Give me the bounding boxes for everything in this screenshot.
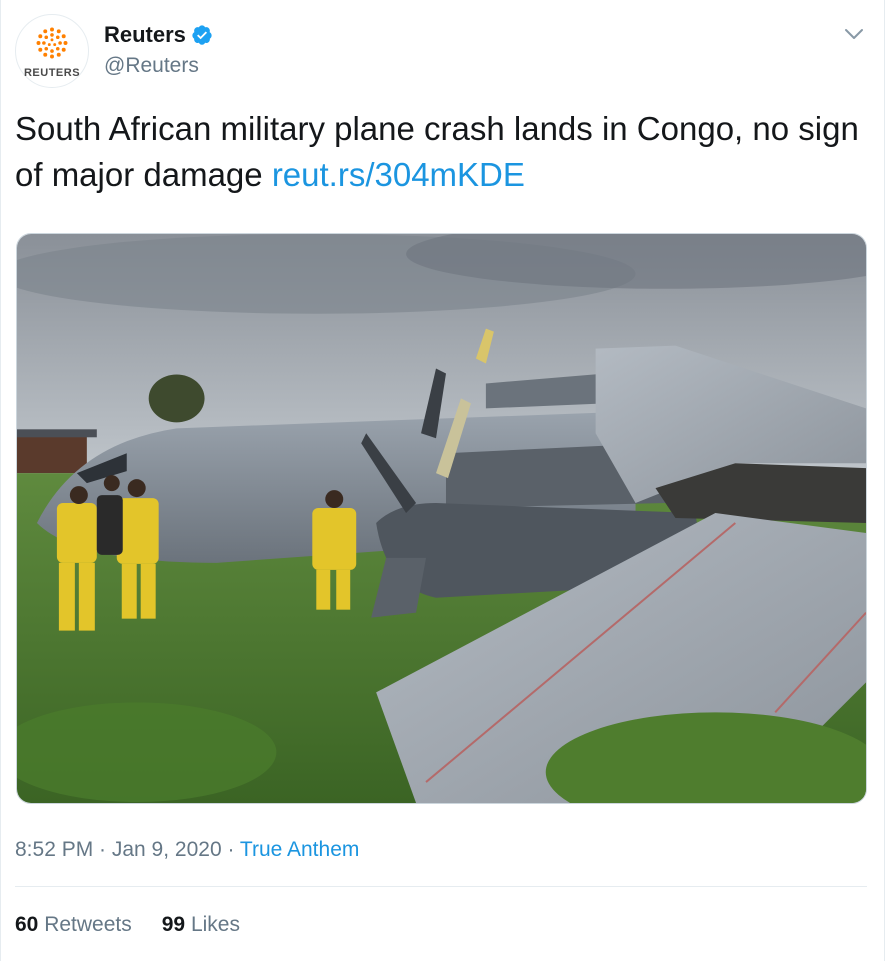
likes-label: Likes [190,913,240,936]
verified-badge-icon [192,25,212,45]
tweet-meta: 8:52 PM · Jan 9, 2020 · True Anthem [15,838,359,862]
crashed-plane-photo [17,234,866,803]
avatar[interactable]: REUTERS [15,14,89,88]
likes-stat[interactable]: 99 Likes [162,913,240,937]
divider [15,886,867,887]
display-name[interactable]: Reuters [104,22,186,48]
retweets-stat[interactable]: 60 Retweets [15,913,132,937]
tweet-stats: 60 Retweets 99 Likes [15,913,240,937]
reuters-logo-icon [36,27,68,59]
tweet-timestamp[interactable]: 8:52 PM · Jan 9, 2020 · [15,838,240,861]
tweet-text: South African military plane crash lands… [15,106,865,198]
likes-count: 99 [161,913,186,936]
logo-text: REUTERS [23,67,81,79]
tweet-card: REUTERS Reuters @Reuters South African m… [0,0,885,961]
display-name-row: Reuters [104,22,213,48]
retweets-label: Retweets [44,913,132,936]
tweet-link[interactable]: reut.rs/304mKDE [272,156,525,193]
handle[interactable]: @Reuters [104,54,213,78]
tweet-source[interactable]: True Anthem [240,838,359,861]
chevron-down-icon[interactable] [842,22,866,46]
tweet-photo[interactable] [16,233,867,804]
retweets-count: 60 [15,913,39,936]
account-names: Reuters @Reuters [104,22,213,78]
